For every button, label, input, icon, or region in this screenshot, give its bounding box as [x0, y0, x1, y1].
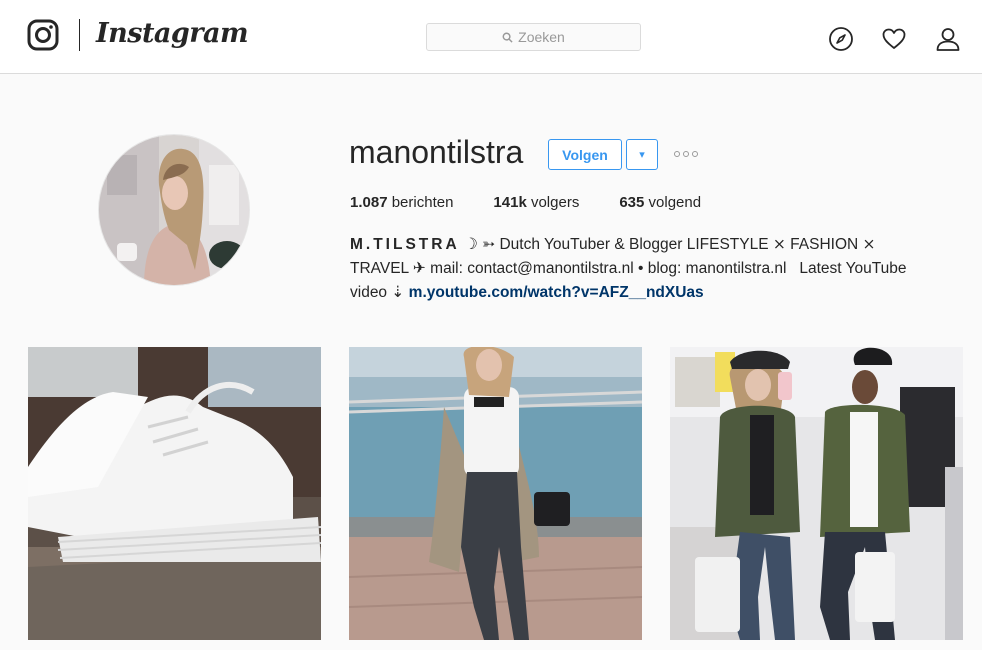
- profile-avatar[interactable]: [98, 134, 250, 286]
- heart-icon[interactable]: [881, 26, 907, 52]
- bio-line-3: video ⇣ m.youtube.com/watch?v=AFZ__ndXUa…: [350, 281, 970, 305]
- profile-stats: 1.087 berichten 141k volgers 635 volgend: [350, 194, 741, 211]
- bio-line-2: TRAVEL ✈ mail: contact@manontilstra.nl •…: [350, 260, 907, 277]
- post-thumbnail[interactable]: [28, 347, 321, 640]
- stat-value: 1.087: [350, 194, 388, 211]
- more-dot-icon: [692, 151, 698, 157]
- more-dot-icon: [674, 151, 680, 157]
- top-navigation-bar: Instagram Zoeken: [0, 0, 982, 74]
- stat-label: volgers: [526, 194, 580, 211]
- stat-label: volgend: [644, 194, 702, 211]
- post-thumbnail[interactable]: [670, 347, 963, 640]
- stat-value: 141k: [493, 194, 527, 211]
- more-dot-icon: [683, 151, 689, 157]
- explore-icon[interactable]: [828, 26, 854, 52]
- posts-count: 1.087 berichten: [350, 194, 453, 211]
- follow-button[interactable]: Volgen: [548, 139, 622, 170]
- stat-label: berichten: [387, 194, 454, 211]
- more-options-button[interactable]: [672, 143, 700, 165]
- profile-bio: M.TILSTRA ☽ ➳ Dutch YouTuber & Blogger L…: [350, 233, 970, 305]
- search-icon: [502, 32, 513, 43]
- chevron-down-icon: ▾: [639, 149, 645, 161]
- suggestions-dropdown-button[interactable]: ▾: [626, 139, 658, 170]
- stat-value: 635: [619, 194, 645, 211]
- bio-name: M.TILSTRA: [350, 236, 460, 253]
- profile-username: manontilstra: [349, 134, 524, 170]
- bio-line-1: M.TILSTRA ☽ ➳ Dutch YouTuber & Blogger L…: [350, 233, 970, 257]
- post-image: [670, 347, 963, 640]
- followers-count[interactable]: 141k volgers: [493, 194, 579, 211]
- post-image: [349, 347, 642, 640]
- bio-text: ☽ ➳ Dutch YouTuber & Blogger LIFESTYLE ⨯…: [459, 236, 876, 253]
- post-image: [28, 347, 321, 640]
- bio-youtube-link[interactable]: m.youtube.com/watch?v=AFZ__ndXUas: [409, 284, 704, 301]
- search-input[interactable]: Zoeken: [426, 23, 641, 51]
- bio-text: video ⇣: [350, 284, 409, 301]
- post-thumbnail[interactable]: [349, 347, 642, 640]
- profile-icon[interactable]: [935, 26, 961, 52]
- following-count[interactable]: 635 volgend: [619, 194, 701, 211]
- instagram-camera-icon[interactable]: [27, 19, 59, 51]
- instagram-wordmark[interactable]: Instagram: [96, 18, 249, 49]
- logo-divider: [79, 19, 80, 51]
- search-placeholder: Zoeken: [518, 29, 565, 45]
